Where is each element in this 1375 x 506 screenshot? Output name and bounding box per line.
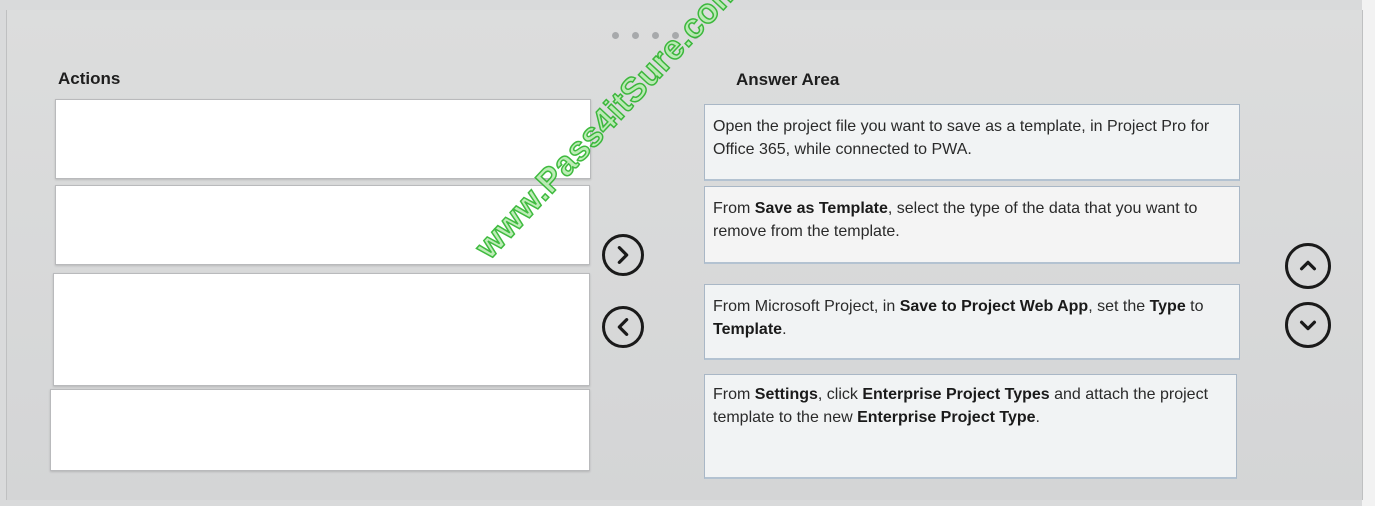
- action-slot-2[interactable]: [55, 185, 590, 265]
- answer-text-part: Enterprise Project Types: [862, 386, 1050, 403]
- chevron-left-icon: [617, 318, 629, 336]
- answer-text-part: .: [1035, 409, 1040, 426]
- answer-text-part: , set the: [1088, 298, 1150, 315]
- answer-text-part: Settings: [754, 386, 818, 403]
- action-slot-3[interactable]: [53, 273, 590, 386]
- window-right-edge: [1362, 0, 1375, 506]
- answer-text-part: Save as Template: [754, 200, 888, 217]
- chevron-right-icon: [617, 246, 629, 264]
- action-slot-1[interactable]: [55, 99, 591, 179]
- answer-text-part: Type: [1149, 298, 1186, 315]
- answer-text-part: to: [1185, 298, 1204, 315]
- answer-text-part: Enterprise Project Type: [857, 409, 1036, 426]
- pager-dot[interactable]: [652, 32, 659, 39]
- chevron-up-icon: [1299, 260, 1317, 271]
- answer-text-part: , click: [817, 386, 863, 403]
- pager-dot[interactable]: [672, 32, 679, 39]
- pager-dots: [612, 32, 699, 39]
- answer-text-part: .: [782, 321, 787, 338]
- answer-item[interactable]: From Settings, click Enterprise Project …: [704, 374, 1237, 479]
- answer-item[interactable]: From Microsoft Project, in Save to Proje…: [704, 284, 1240, 360]
- pager-dot[interactable]: [612, 32, 619, 39]
- answer-item[interactable]: From Save as Template, select the type o…: [704, 186, 1240, 264]
- chevron-down-icon: [1299, 320, 1317, 331]
- answer-item[interactable]: Open the project file you want to save a…: [704, 104, 1240, 181]
- answer-text-part: From: [713, 200, 755, 217]
- answer-text-part: From Microsoft Project, in: [713, 298, 900, 315]
- move-left-button[interactable]: [602, 306, 644, 348]
- answer-text-part: Save to Project Web App: [899, 298, 1089, 315]
- answer-text-part: Template: [713, 321, 783, 338]
- actions-heading: Actions: [58, 69, 121, 88]
- action-slot-4[interactable]: [50, 389, 590, 471]
- move-right-button[interactable]: [602, 234, 644, 276]
- move-down-button[interactable]: [1285, 302, 1331, 348]
- pager-dot[interactable]: [632, 32, 639, 39]
- answer-area-heading: Answer Area: [736, 70, 840, 89]
- answer-text-part: Open the project file you want to save a…: [713, 118, 1210, 158]
- move-up-button[interactable]: [1285, 243, 1331, 289]
- answer-text-part: From: [713, 386, 755, 403]
- pager-dot[interactable]: [692, 32, 699, 39]
